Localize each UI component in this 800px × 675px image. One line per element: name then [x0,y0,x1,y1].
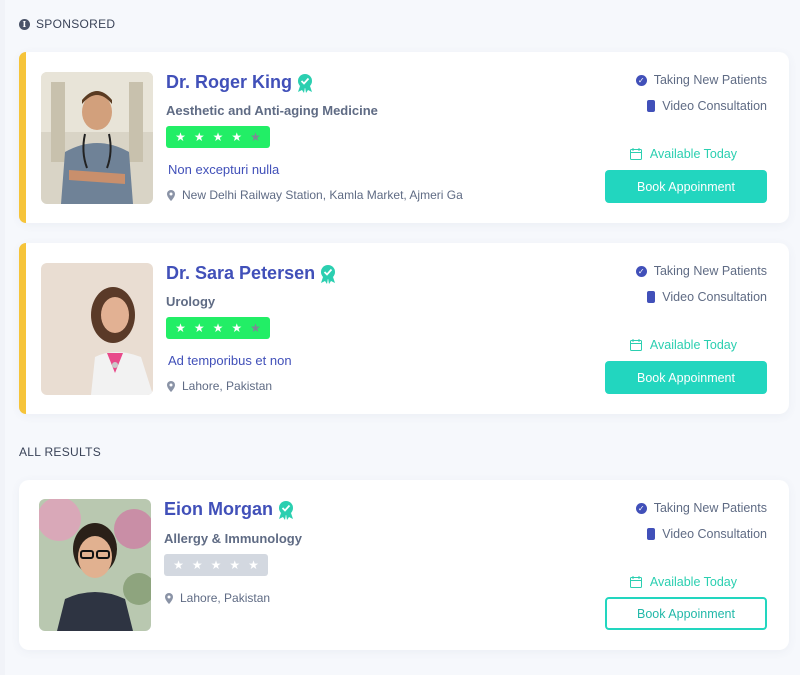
star-icon: ★ [231,130,243,144]
location-text: Lahore, Pakistan [180,591,271,605]
check-circle-icon: ✓ [635,502,647,514]
calendar-icon [629,148,642,160]
calendar-icon [629,339,642,351]
rating-stars: ★ ★ ★ ★ ★ [166,317,270,339]
availability: Available Today [629,147,737,161]
feature-label: Video Consultation [662,527,767,541]
book-appointment-button[interactable]: Book Appoinment [605,170,767,203]
rating-stars: ★ ★ ★ ★ ★ [164,554,268,576]
doctor-name-row: Dr. Sara Petersen [166,263,337,284]
check-circle-icon: ✓ [635,74,647,86]
doctor-location: Lahore, Pakistan [165,591,270,605]
star-icon: ★ [175,130,186,144]
star-icon: ★ [231,321,243,335]
feature-label: Taking New Patients [653,501,767,515]
all-results-section-label: ALL RESULTS [19,445,101,459]
check-circle-icon: ✓ [635,265,647,277]
book-appointment-button[interactable]: Book Appoinment [605,597,767,630]
availability: Available Today [629,575,737,589]
doctor-specialty: Allergy & Immunology [164,531,302,546]
map-pin-icon [165,592,173,604]
location-text: Lahore, Pakistan [182,379,273,393]
doctor-location: Lahore, Pakistan [167,379,272,393]
availability-text: Available Today [649,338,737,352]
verified-award-icon [277,500,295,520]
feature-video-consultation: Video Consultation [647,290,767,304]
doctor-name-row: Eion Morgan [164,499,295,520]
doctor-card[interactable]: Eion Morgan Allergy & Immunology ★ ★ ★ ★… [19,480,789,650]
rating-stars: ★ ★ ★ ★ ★ [166,126,270,148]
mobile-phone-icon [647,528,656,540]
search-results-page: i SPONSORED Dr. Roger King Ae [5,0,800,675]
feature-taking-new-patients: ✓ Taking New Patients [635,501,767,515]
feature-taking-new-patients: ✓ Taking New Patients [635,264,767,278]
location-text: New Delhi Railway Station, Kamla Market,… [182,188,463,202]
star-icon: ★ [175,321,186,335]
doctor-photo[interactable] [41,72,153,204]
feature-video-consultation: Video Consultation [647,99,767,113]
doctor-name[interactable]: Dr. Roger King [166,72,292,93]
feature-label: Taking New Patients [653,73,767,87]
feature-label: Video Consultation [662,99,767,113]
star-icon: ★ [212,321,224,335]
star-icon: ★ [250,321,261,335]
availability: Available Today [629,338,737,352]
sponsored-section-label: i SPONSORED [19,17,115,31]
star-icon: ★ [193,130,205,144]
doctor-photo[interactable] [41,263,153,395]
doctor-card[interactable]: Dr. Roger King Aesthetic and Anti-aging … [19,52,789,223]
doctor-tagline: Non excepturi nulla [168,162,280,177]
star-icon: ★ [212,130,224,144]
star-icon: ★ [193,321,205,335]
feature-label: Taking New Patients [653,264,767,278]
mobile-phone-icon [647,291,656,303]
map-pin-icon [167,380,175,392]
doctor-name-row: Dr. Roger King [166,72,314,93]
sponsored-label-text: SPONSORED [36,17,116,31]
feature-taking-new-patients: ✓ Taking New Patients [635,73,767,87]
doctor-name[interactable]: Dr. Sara Petersen [166,263,315,284]
verified-award-icon [319,264,337,284]
map-pin-icon [167,189,175,201]
feature-label: Video Consultation [662,290,767,304]
doctor-specialty: Urology [166,294,216,309]
star-icon: ★ [229,558,241,572]
star-icon: ★ [248,558,259,572]
calendar-icon [629,576,642,588]
all-results-label-text: ALL RESULTS [19,445,101,459]
star-icon: ★ [173,558,184,572]
doctor-name[interactable]: Eion Morgan [164,499,273,520]
verified-award-icon [296,73,314,93]
info-icon: i [19,18,30,30]
book-appointment-button[interactable]: Book Appoinment [605,361,767,394]
star-icon: ★ [210,558,222,572]
doctor-card[interactable]: Dr. Sara Petersen Urology ★ ★ ★ ★ ★ Ad t… [19,243,789,414]
feature-video-consultation: Video Consultation [647,527,767,541]
star-icon: ★ [191,558,203,572]
availability-text: Available Today [649,575,737,589]
doctor-specialty: Aesthetic and Anti-aging Medicine [166,103,378,118]
doctor-photo[interactable] [39,499,151,631]
availability-text: Available Today [649,147,737,161]
doctor-location: New Delhi Railway Station, Kamla Market,… [167,188,463,202]
mobile-phone-icon [647,100,656,112]
doctor-tagline: Ad temporibus et non [168,353,292,368]
star-icon: ★ [250,130,261,144]
